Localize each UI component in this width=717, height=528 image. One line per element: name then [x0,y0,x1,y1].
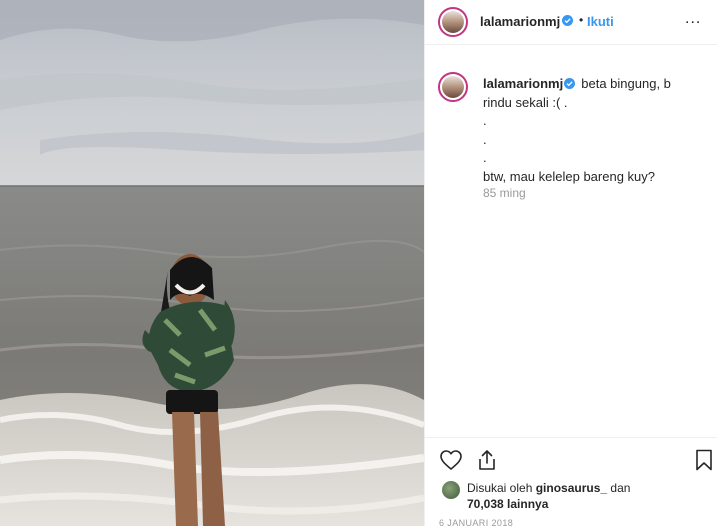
bookmark-outline-icon[interactable] [692,448,716,472]
more-dots-icon[interactable]: ... [685,10,701,28]
caption-line-3: . [483,113,487,128]
likes-count[interactable]: 70,038 lainnya [467,497,548,511]
post-caption: lalamarionmj beta bingung, b rindu sekal… [483,75,703,186]
caption-line-6: btw, mau kelelep bareng kuy? [483,168,655,184]
verified-badge-icon [562,15,573,26]
caption-line-1: beta bingung, b [581,76,671,91]
share-arrow-icon[interactable] [475,448,499,472]
separator-dot: • [579,13,584,27]
actions-divider [425,437,717,438]
liked-by-prefix: Disukai oleh [467,481,533,495]
beach-photo-image [0,0,424,526]
liker-avatar[interactable] [442,481,460,499]
author-avatar[interactable] [438,7,468,37]
liked-by-and: dan [610,481,631,495]
post-photo[interactable] [0,0,424,526]
follow-button[interactable]: Ikuti [587,14,614,29]
caption-username[interactable]: lalamarionmj [483,76,563,91]
post-date: 6 JANUARI 2018 [439,518,514,528]
likes-summary: Disukai oleh ginosaurus_ dan 70,038 lain… [467,480,707,512]
caption-line-2: rindu sekali :( . [483,94,568,110]
caption-line-5: . [483,150,487,165]
post-header: lalamarionmj • Ikuti ... [425,0,717,45]
post-side-panel: lalamarionmj • Ikuti ... lalamarionmj be… [424,0,717,528]
caption-author-avatar[interactable] [438,72,468,102]
caption-line-4: . [483,131,487,147]
author-username[interactable]: lalamarionmj [480,14,560,29]
caption-time-ago[interactable]: 85 ming [483,186,526,200]
heart-outline-icon[interactable] [439,448,463,472]
liked-by-user[interactable]: ginosaurus_ [536,481,607,495]
